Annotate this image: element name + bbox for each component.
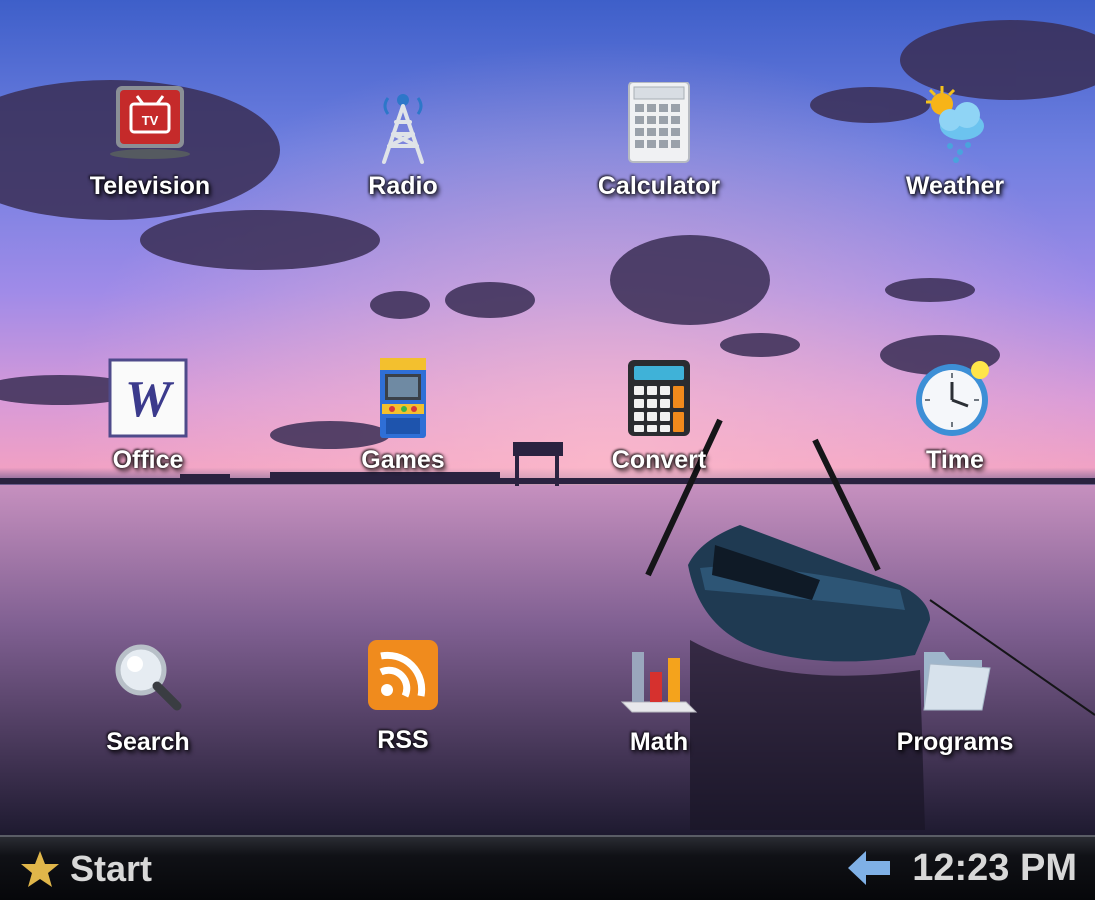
convert-calculator-icon: [628, 360, 690, 436]
app-label: RSS: [377, 726, 429, 754]
app-label: Math: [629, 728, 689, 756]
app-label: Programs: [896, 728, 1014, 756]
svg-text:W: W: [125, 371, 175, 428]
app-radio[interactable]: Radio: [313, 82, 493, 232]
television-icon: TV: [110, 86, 190, 159]
magnifier-icon: [115, 644, 182, 711]
screen: TV Television Radio Calculator Weather W…: [0, 0, 1095, 900]
desktop: TV Television Radio Calculator Weather W…: [0, 0, 1095, 835]
app-label: Office: [112, 446, 184, 474]
app-label: Weather: [905, 172, 1005, 200]
app-label: Search: [106, 728, 190, 756]
star-icon: [21, 851, 59, 887]
app-calculator[interactable]: Calculator: [569, 82, 749, 232]
app-rss[interactable]: RSS: [313, 636, 493, 786]
arcade-icon: [380, 358, 426, 438]
taskbar-clock: 12:23 PM: [912, 847, 1077, 889]
back-arrow-icon[interactable]: [846, 849, 892, 887]
app-programs[interactable]: Programs: [865, 638, 1045, 788]
app-math[interactable]: Math: [569, 638, 749, 788]
app-convert[interactable]: Convert: [569, 356, 749, 506]
app-label: Games: [361, 446, 445, 474]
app-television[interactable]: TV Television: [60, 82, 240, 232]
calculator-icon: [628, 82, 690, 163]
clock-icon: [916, 361, 989, 436]
app-weather[interactable]: Weather: [865, 82, 1045, 232]
start-label: Start: [70, 848, 153, 889]
app-office[interactable]: W Office: [58, 356, 238, 506]
app-label: Calculator: [597, 172, 721, 200]
svg-text:TV: TV: [142, 113, 159, 128]
app-search[interactable]: Search: [58, 638, 238, 788]
app-label: Convert: [611, 446, 707, 474]
taskbar: Start 12:23 PM: [0, 835, 1095, 900]
app-label: Television: [89, 172, 211, 200]
folder-icon: [923, 652, 991, 711]
weather-icon: [926, 86, 984, 163]
radio-tower-icon: [382, 94, 424, 164]
bar-chart-icon: [620, 652, 698, 713]
rss-icon: [368, 640, 438, 710]
start-button[interactable]: Start: [20, 843, 152, 895]
app-time[interactable]: Time: [865, 356, 1045, 506]
app-label: Radio: [368, 172, 438, 200]
app-label: Time: [926, 446, 984, 474]
app-games[interactable]: Games: [313, 356, 493, 506]
office-icon: W: [108, 358, 188, 438]
